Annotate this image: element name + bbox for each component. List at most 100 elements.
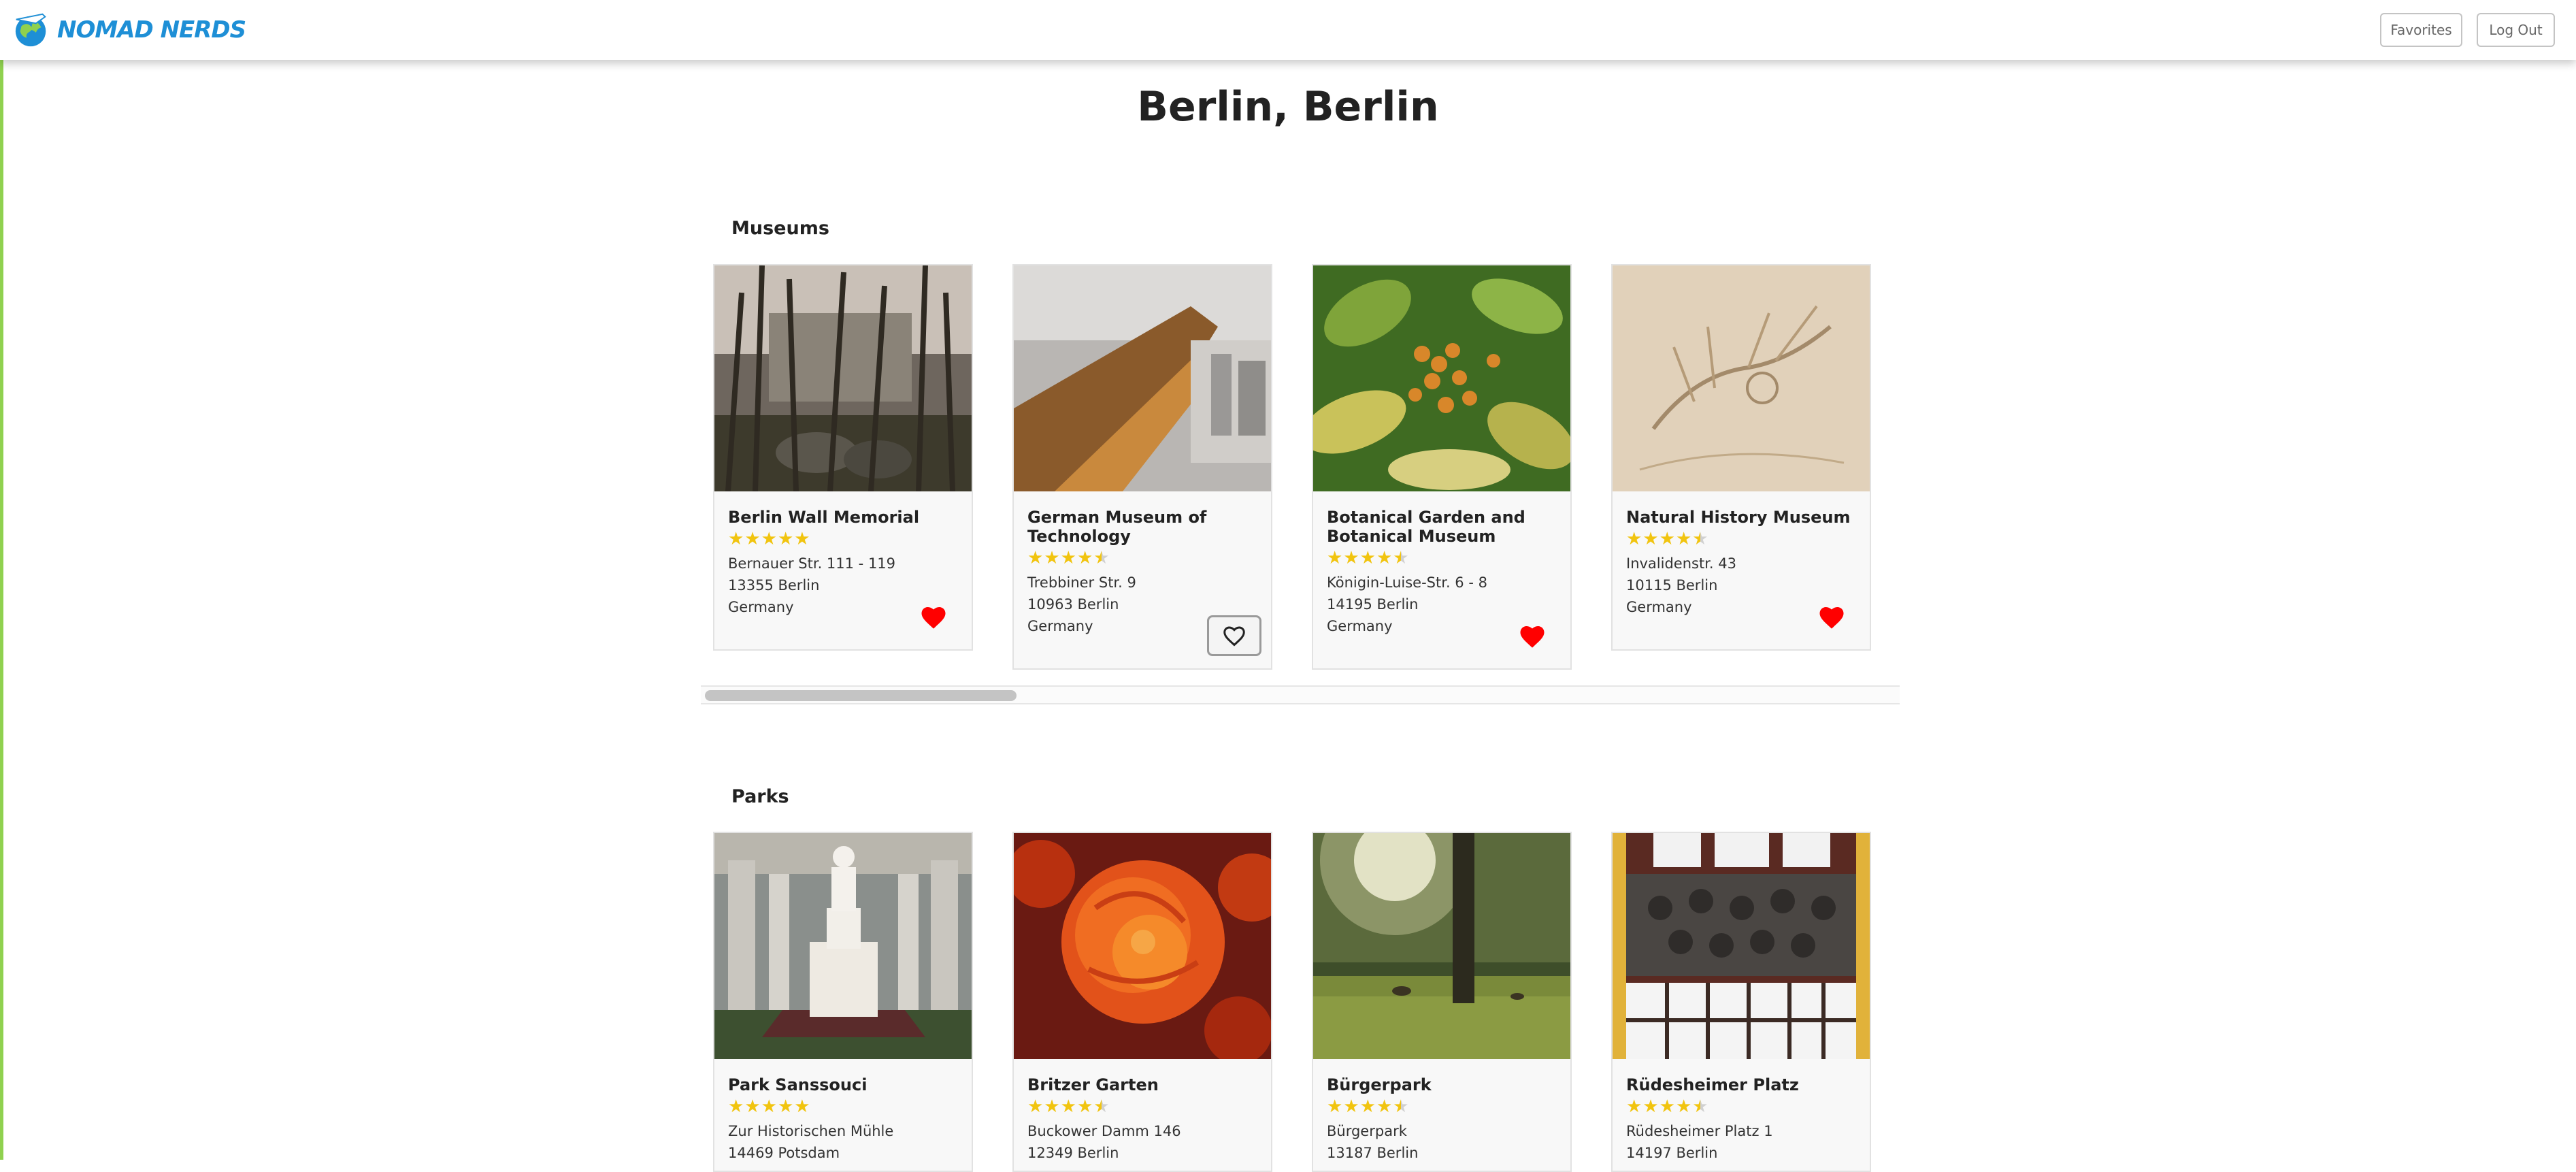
- parks-carousel[interactable]: Park Sanssouci ★ ★ ★ ★ ★ Zur Historischen Mü…: [713, 832, 1871, 1172]
- place-photo: [1014, 833, 1271, 1059]
- star-icon: ★: [1376, 1096, 1393, 1116]
- rating-stars: ★ ★ ★ ★ ★: [728, 530, 810, 547]
- address-line: 10115 Berlin: [1626, 577, 1718, 593]
- place-name: Bürgerpark: [1327, 1075, 1432, 1094]
- star-half-icon: ★: [1692, 528, 1708, 549]
- address-line: Germany: [1626, 599, 1692, 615]
- rating-stars: ★ ★ ★ ★ ★: [1626, 530, 1708, 547]
- star-icon: ★: [728, 528, 744, 549]
- globe-plane-icon: [15, 13, 46, 47]
- star-icon: ★: [1359, 547, 1376, 568]
- page-title: Berlin, Berlin: [1137, 83, 1439, 131]
- place-photo: [1014, 265, 1271, 491]
- address-line: Germany: [1027, 618, 1093, 634]
- star-icon: ★: [761, 1096, 777, 1116]
- star-icon: ★: [1060, 1096, 1076, 1116]
- place-card[interactable]: Natural History Museum ★ ★ ★ ★ ★ Invalidenst…: [1611, 264, 1871, 651]
- star-icon: ★: [1044, 1096, 1060, 1116]
- address-line: Buckower Damm 146: [1027, 1123, 1181, 1139]
- star-half-icon: ★: [1393, 547, 1409, 568]
- star-icon: ★: [1359, 1096, 1376, 1116]
- star-icon: ★: [728, 1096, 744, 1116]
- place-name: Botanical Garden and Botanical Museum: [1327, 508, 1525, 546]
- place-address: Trebbiner Str. 9 10963 Berlin Germany: [1027, 572, 1136, 637]
- place-card[interactable]: Britzer Garten ★ ★ ★ ★ ★ Buckower Damm 146 1…: [1012, 832, 1272, 1172]
- star-icon: ★: [1327, 547, 1343, 568]
- heart-outline-icon: [1223, 626, 1245, 647]
- place-photo: [1613, 833, 1870, 1059]
- place-card[interactable]: Berlin Wall Memorial ★ ★ ★ ★ ★ Bernauer Str.…: [713, 264, 973, 651]
- rating-stars: ★ ★ ★ ★ ★: [1327, 1097, 1409, 1115]
- rating-stars: ★ ★ ★ ★ ★: [1027, 1097, 1110, 1115]
- star-icon: ★: [1626, 1096, 1642, 1116]
- place-card[interactable]: Rüdesheimer Platz ★ ★ ★ ★ ★ Rüdesheimer Plat…: [1611, 832, 1871, 1172]
- address-line: 14195 Berlin: [1327, 596, 1419, 613]
- rating-stars: ★ ★ ★ ★ ★: [728, 1097, 810, 1115]
- logout-button[interactable]: Log Out: [2477, 13, 2555, 47]
- place-name: Berlin Wall Memorial: [728, 508, 920, 527]
- address-line: 10963 Berlin: [1027, 596, 1119, 613]
- favorites-button[interactable]: Favorites: [2380, 13, 2462, 47]
- heart-filled-icon[interactable]: [920, 604, 947, 630]
- section-title-parks: Parks: [731, 786, 789, 807]
- place-card[interactable]: Park Sanssouci ★ ★ ★ ★ ★ Zur Historischen Mü…: [713, 832, 973, 1172]
- favorite-button[interactable]: [1207, 615, 1261, 656]
- address-line: Invalidenstr. 43: [1626, 555, 1736, 572]
- place-name: Natural History Museum: [1626, 508, 1851, 527]
- star-icon: ★: [777, 1096, 794, 1116]
- star-icon: ★: [1060, 547, 1076, 568]
- address-line: Königin-Luise-Str. 6 - 8: [1327, 574, 1487, 591]
- place-card[interactable]: Botanical Garden and Botanical Museum ★ ★…: [1312, 264, 1572, 670]
- star-half-icon: ★: [1692, 1096, 1708, 1116]
- place-photo: [1313, 833, 1570, 1059]
- place-photo: [714, 833, 972, 1059]
- star-icon: ★: [1675, 1096, 1692, 1116]
- museums-scrollbar[interactable]: [701, 685, 1900, 704]
- place-name: Park Sanssouci: [728, 1075, 868, 1094]
- star-icon: ★: [744, 1096, 761, 1116]
- address-line: 13355 Berlin: [728, 577, 820, 593]
- rating-stars: ★ ★ ★ ★ ★: [1027, 549, 1110, 566]
- address-line: 12349 Berlin: [1027, 1145, 1119, 1161]
- place-address: Königin-Luise-Str. 6 - 8 14195 Berlin Ge…: [1327, 572, 1487, 637]
- star-icon: ★: [744, 528, 761, 549]
- place-address: Invalidenstr. 43 10115 Berlin Germany: [1626, 553, 1736, 618]
- rating-stars: ★ ★ ★ ★ ★: [1327, 549, 1409, 566]
- star-icon: ★: [1659, 528, 1675, 549]
- place-address: Bernauer Str. 111 - 119 13355 Berlin Ger…: [728, 553, 895, 618]
- address-line: Trebbiner Str. 9: [1027, 574, 1136, 591]
- star-half-icon: ★: [1393, 1096, 1409, 1116]
- place-address: Buckower Damm 146 12349 Berlin: [1027, 1120, 1181, 1164]
- place-photo: [1313, 265, 1570, 491]
- star-icon: ★: [761, 528, 777, 549]
- address-line: 13187 Berlin: [1327, 1145, 1419, 1161]
- place-card[interactable]: German Museum of Technology ★ ★ ★ ★ ★ Trebbi…: [1012, 264, 1272, 670]
- address-line: Bernauer Str. 111 - 119: [728, 555, 896, 572]
- address-line: Germany: [1327, 618, 1393, 634]
- section-title-museums: Museums: [731, 218, 829, 239]
- place-address: Rüdesheimer Platz 1 14197 Berlin: [1626, 1120, 1773, 1164]
- heart-filled-icon[interactable]: [1519, 623, 1546, 649]
- brand-name: NOMAD NERDS: [57, 16, 246, 44]
- star-icon: ★: [1027, 1096, 1044, 1116]
- museums-carousel[interactable]: Berlin Wall Memorial ★ ★ ★ ★ ★ Bernauer Str.…: [713, 264, 1871, 672]
- page-left-accent: [0, 0, 3, 1160]
- place-name: Rüdesheimer Platz: [1626, 1075, 1799, 1094]
- brand-logo[interactable]: NOMAD NERDS: [12, 11, 246, 49]
- star-icon: ★: [1376, 547, 1393, 568]
- place-photo: [1613, 265, 1870, 491]
- star-icon: ★: [1044, 547, 1060, 568]
- star-icon: ★: [1027, 547, 1044, 568]
- star-icon: ★: [794, 528, 810, 549]
- scrollbar-thumb[interactable]: [705, 690, 1017, 701]
- address-line: 14469 Potsdam: [728, 1145, 840, 1161]
- star-icon: ★: [1327, 1096, 1343, 1116]
- star-icon: ★: [777, 528, 794, 549]
- place-photo: [714, 265, 972, 491]
- star-icon: ★: [1626, 528, 1642, 549]
- star-icon: ★: [1659, 1096, 1675, 1116]
- heart-filled-icon[interactable]: [1818, 604, 1845, 630]
- star-icon: ★: [1343, 547, 1359, 568]
- address-line: Bürgerpark: [1327, 1123, 1407, 1139]
- place-card[interactable]: Bürgerpark ★ ★ ★ ★ ★ Bürgerpark 13187 Berlin: [1312, 832, 1572, 1172]
